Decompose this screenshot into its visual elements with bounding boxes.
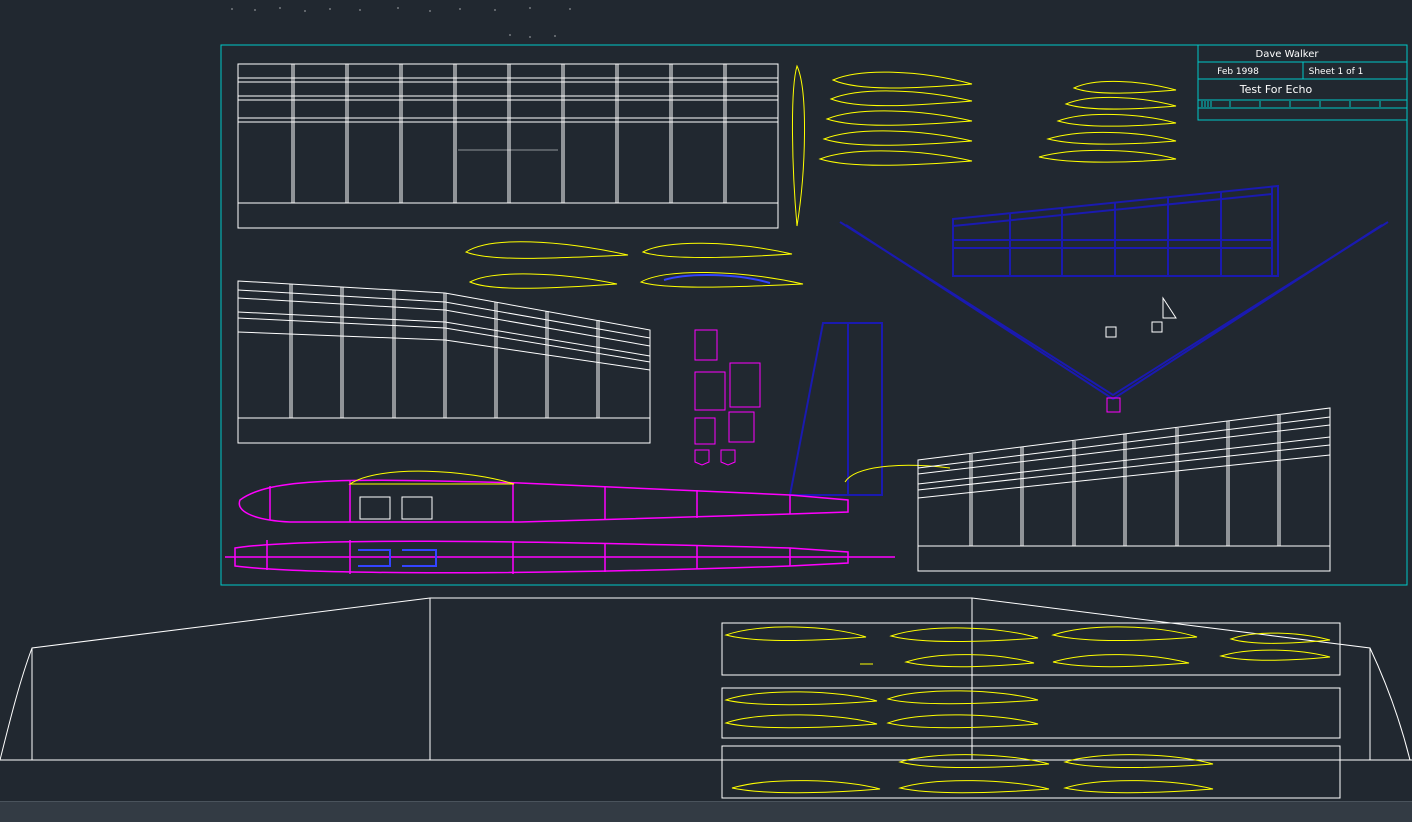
stray-points-top: [231, 7, 571, 38]
stabilizer-plan: [952, 184, 1279, 277]
rib-set-top-right: [1038, 80, 1177, 163]
status-bar: [0, 801, 1412, 822]
fuselage-top-detail: [358, 549, 437, 567]
tip-rib-vertical: [791, 64, 806, 227]
cad-drawing-canvas[interactable]: Dave Walker Feb 1998 Sheet 1 of 1 Test F…: [0, 0, 1412, 821]
panel-ribs-2: [724, 690, 1039, 729]
panel-ribs-1: [724, 626, 1331, 668]
brace-block: [1106, 397, 1121, 413]
author-text: Dave Walker: [1256, 49, 1320, 60]
date-text: Feb 1998: [1217, 67, 1259, 77]
stabilizer-side: [844, 464, 951, 483]
rib-set-top-middle: [818, 71, 973, 166]
rib-detail-blue: [663, 274, 771, 284]
full-wing-outline: [0, 597, 1412, 761]
servo-outlines: [359, 496, 433, 520]
former-set: [694, 329, 761, 466]
small-parts: [1105, 296, 1177, 338]
sheet-text: Sheet 1 of 1: [1309, 67, 1364, 77]
fuselage-top: [225, 540, 895, 574]
fuselage-side: [238, 479, 849, 523]
wing-plan-right: [917, 407, 1331, 572]
wing-plan-middle: [237, 280, 651, 444]
rib-template-panels: [721, 622, 1341, 799]
wing-plan-top: [237, 63, 779, 229]
rib-set-center: [464, 241, 804, 289]
scale-bar: [1201, 101, 1381, 107]
project-text: Test For Echo: [1239, 83, 1313, 96]
